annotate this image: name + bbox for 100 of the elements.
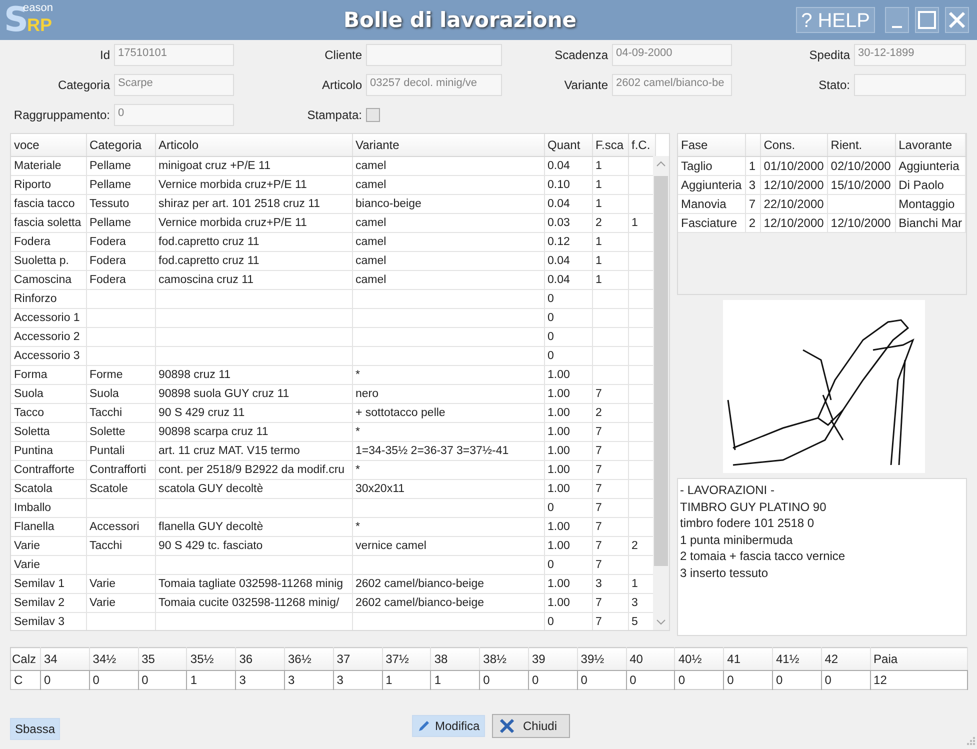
note-line: timbro fodere 101 2518 0 (680, 515, 816, 532)
table-cell: Semilav 1 (11, 574, 86, 594)
text-field[interactable]: 0 (114, 104, 234, 126)
field-label: Spedita (808, 48, 850, 62)
column-header[interactable]: voce (11, 134, 86, 156)
table-cell: * (352, 518, 544, 536)
caret-up-icon (656, 161, 666, 167)
table-cell: 0 (772, 670, 822, 690)
table-cell (86, 346, 155, 366)
column-header: 41½ (772, 648, 822, 670)
table-cell: 7 (592, 460, 628, 480)
minimize-button[interactable] (885, 7, 909, 33)
close-button[interactable] (945, 7, 969, 33)
table-cell: scatola GUY decoltè (155, 480, 352, 498)
table-cell: nero (352, 384, 544, 404)
table-cell: Rinforzo (11, 290, 86, 308)
column-header[interactable]: Cons. (760, 134, 828, 156)
table-cell: 7 (592, 480, 628, 498)
column-header[interactable]: Lavorante (895, 134, 966, 156)
close-button[interactable]: Chiudi (492, 714, 570, 738)
column-header[interactable]: Articolo (155, 134, 352, 156)
text-field[interactable]: 03257 decol. minig/ve (366, 74, 502, 96)
column-header[interactable]: f.C. (628, 134, 655, 156)
table-cell (592, 290, 628, 308)
maximize-button[interactable] (915, 7, 939, 33)
column-header[interactable]: Rient. (827, 134, 896, 156)
column-header: 41 (724, 648, 772, 670)
table-cell: Pellame (86, 156, 155, 176)
text-field[interactable] (366, 44, 502, 66)
table-cell: Scatole (86, 480, 155, 498)
text-field[interactable]: 2602 camel/bianco-be (612, 74, 732, 96)
column-header: 40½ (674, 648, 724, 670)
text-field[interactable]: 17510101 (114, 44, 234, 66)
text-field[interactable]: 30-12-1899 (854, 44, 966, 66)
table-cell: Varie (11, 556, 86, 574)
checkbox[interactable] (366, 108, 380, 122)
table-cell: 0 (544, 556, 592, 574)
column-header[interactable]: Categoria (86, 134, 155, 156)
table-cell: Semilav 3 (11, 612, 86, 630)
caret-down-icon (656, 619, 666, 625)
table-cell: Fodera (86, 232, 155, 252)
table-cell: Suola (86, 384, 155, 404)
table-cell: Pellame (86, 176, 155, 194)
table-cell: Montaggio (895, 194, 966, 214)
table-cell: 1.00 (544, 518, 592, 536)
table-cell: 0.04 (544, 252, 592, 270)
column-header: 38 (430, 648, 480, 670)
table-cell (86, 328, 155, 346)
table-cell (86, 556, 155, 574)
table-cell: 1 (592, 194, 628, 214)
table-cell (592, 308, 628, 328)
table-cell: 3 (592, 574, 628, 594)
column-header[interactable]: Variante (352, 134, 544, 156)
table-cell: 0.04 (544, 156, 592, 176)
text-field[interactable]: Scarpe (114, 74, 234, 96)
field-label: Stampata: (306, 108, 362, 122)
table-cell: 7 (592, 442, 628, 460)
table-cell: 0.10 (544, 176, 592, 194)
table-cell: 2602 camel/bianco-beige (352, 594, 544, 612)
resize-grip-icon[interactable] (967, 737, 975, 745)
text-field[interactable]: 04-09-2000 (612, 44, 732, 66)
table-cell: 0 (674, 670, 724, 690)
table-cell: Accessori (86, 518, 155, 536)
table-cell: vernice camel (352, 536, 544, 556)
column-header[interactable] (745, 134, 760, 156)
text-field[interactable] (854, 74, 966, 96)
table-cell: 90 S 429 tc. fasciato (155, 536, 352, 556)
column-header: 38½ (480, 648, 528, 670)
table-cell: 7 (592, 422, 628, 442)
table-cell (86, 290, 155, 308)
table-cell: 0 (544, 346, 592, 366)
table-cell: 0.04 (544, 270, 592, 290)
column-header[interactable]: F.sca (592, 134, 628, 156)
table-cell: 2 (745, 214, 760, 232)
column-header: 34½ (89, 648, 138, 670)
edit-button[interactable]: Modifica (412, 715, 485, 737)
table-cell: camel (352, 252, 544, 270)
table-cell: 1=34-35½ 2=36-37 3=37½-41 (352, 442, 544, 460)
table-cell: camoscina cruz 11 (155, 270, 352, 290)
note-line: 3 inserto tessuto (680, 564, 770, 581)
table-cell: 30x20x11 (352, 480, 544, 498)
table-cell: art. 11 cruz MAT. V15 termo (155, 442, 352, 460)
table-cell: 1.00 (544, 366, 592, 384)
table-cell: 0.04 (544, 194, 592, 214)
table-cell: 1 (186, 670, 236, 690)
table-cell: Forma (11, 366, 86, 384)
table-cell: Tacco (11, 404, 86, 422)
lower-button[interactable]: Sbassa (10, 718, 60, 740)
table-cell: Tacchi (86, 536, 155, 556)
table-cell: 0.12 (544, 232, 592, 252)
column-header[interactable]: Quant (544, 134, 592, 156)
table-cell: 1.00 (544, 574, 592, 594)
table-cell (86, 308, 155, 328)
table-cell: Semilav 2 (11, 594, 86, 612)
table-cell: 1 (592, 176, 628, 194)
column-header[interactable]: Fase (678, 134, 746, 156)
table-cell: C (10, 670, 40, 690)
scrollbar[interactable] (653, 156, 669, 630)
table-cell: Materiale (11, 156, 86, 176)
table-cell: Solette (86, 422, 155, 442)
